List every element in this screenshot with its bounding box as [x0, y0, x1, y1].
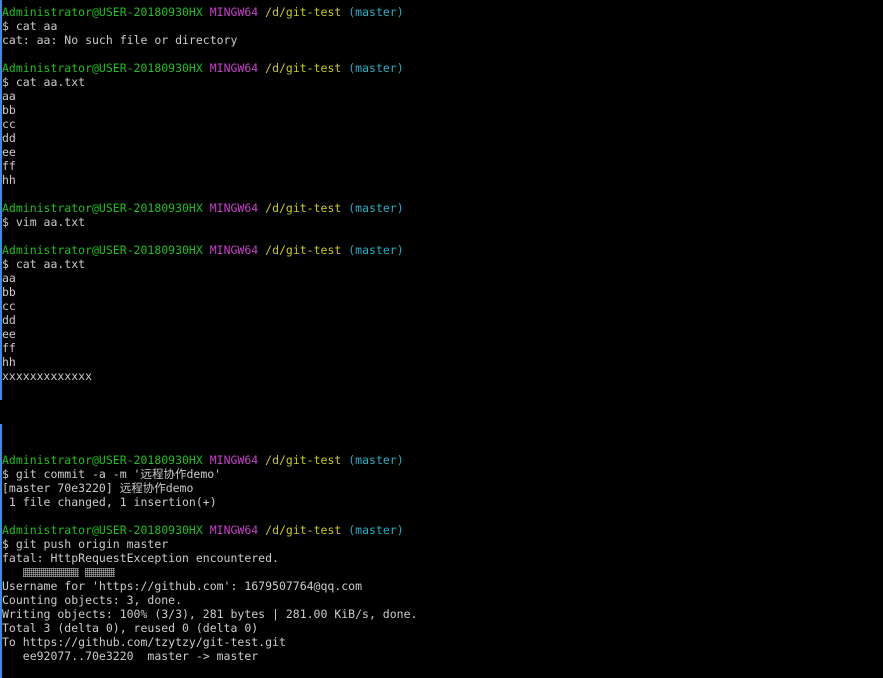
- selection-bar: [0, 424, 2, 678]
- output-line: bb: [2, 103, 16, 117]
- command-line: $ cat aa.txt: [2, 257, 86, 271]
- prompt-user: Administrator@USER-20180930HX: [2, 201, 203, 215]
- output-line: ff: [2, 341, 16, 355]
- prompt-shell: MINGW64: [209, 61, 259, 75]
- output-line: Counting objects: 3, done.: [2, 593, 183, 607]
- prompt-user: Administrator@USER-20180930HX: [2, 5, 203, 19]
- garbled-glyph-block: [84, 568, 115, 577]
- garbled-glyph-block: [22, 568, 79, 577]
- prompt-path: /d/git-test: [265, 523, 342, 537]
- prompt-path: /d/git-test: [265, 243, 342, 257]
- output-line: ee92077..70e3220 master -> master: [2, 649, 259, 663]
- output-line: To https://github.com/tzytzy/git-test.gi…: [2, 635, 286, 649]
- output-line: cat: aa: No such file or directory: [2, 33, 238, 47]
- prompt-path: /d/git-test: [265, 5, 342, 19]
- prompt-path: /d/git-test: [265, 453, 342, 467]
- command-line: $ cat aa.txt: [2, 75, 86, 89]
- output-line: fatal: HttpRequestException encountered.: [2, 551, 279, 565]
- command-line: $ git commit -a -m '远程协作demo': [2, 467, 222, 481]
- prompt-branch: (master): [348, 453, 404, 467]
- prompt-shell: MINGW64: [209, 523, 259, 537]
- prompt-line: Administrator@USER-20180930HX MINGW64 /d…: [0, 243, 883, 257]
- prompt-shell: MINGW64: [209, 453, 259, 467]
- prompt-branch: (master): [348, 5, 404, 19]
- command-line: $ vim aa.txt: [2, 215, 86, 229]
- command-line: $ cat aa: [2, 19, 58, 33]
- output-line: ee: [2, 327, 16, 341]
- output-line: ee: [2, 145, 16, 159]
- output-line: xxxxxxxxxxxxx: [2, 369, 93, 383]
- output-line: cc: [2, 299, 16, 313]
- prompt-branch: (master): [348, 61, 404, 75]
- prompt-path: /d/git-test: [265, 61, 342, 75]
- output-line: hh: [2, 355, 16, 369]
- prompt-line: Administrator@USER-20180930HX MINGW64 /d…: [0, 5, 883, 19]
- prompt-path: /d/git-test: [265, 201, 342, 215]
- output-line: cc: [2, 117, 16, 131]
- output-line: aa: [2, 89, 16, 103]
- prompt-line: Administrator@USER-20180930HX MINGW64 /d…: [0, 523, 883, 537]
- output-line: Username for 'https://github.com': 16795…: [2, 579, 363, 593]
- prompt-branch: (master): [348, 523, 404, 537]
- output-line: ff: [2, 159, 16, 173]
- output-line: dd: [2, 313, 16, 327]
- output-line: hh: [2, 173, 16, 187]
- prompt-user: Administrator@USER-20180930HX: [2, 453, 203, 467]
- output-line: Total 3 (delta 0), reused 0 (delta 0): [2, 621, 259, 635]
- output-line: dd: [2, 131, 16, 145]
- output-line: Writing objects: 100% (3/3), 281 bytes |…: [2, 607, 418, 621]
- prompt-line: Administrator@USER-20180930HX MINGW64 /d…: [0, 61, 883, 75]
- output-line: 1 file changed, 1 insertion(+): [2, 495, 217, 509]
- prompt-line: Administrator@USER-20180930HX MINGW64 /d…: [0, 201, 883, 215]
- prompt-user: Administrator@USER-20180930HX: [2, 61, 203, 75]
- prompt-user: Administrator@USER-20180930HX: [2, 523, 203, 537]
- prompt-line: Administrator@USER-20180930HX MINGW64 /d…: [0, 453, 883, 467]
- prompt-shell: MINGW64: [209, 201, 259, 215]
- output-line: bb: [2, 285, 16, 299]
- terminal-window[interactable]: Administrator@USER-20180930HX MINGW64 /d…: [0, 0, 883, 678]
- prompt-shell: MINGW64: [209, 243, 259, 257]
- prompt-branch: (master): [348, 201, 404, 215]
- prompt-branch: (master): [348, 243, 404, 257]
- selection-bar: [0, 0, 2, 400]
- prompt-shell: MINGW64: [209, 5, 259, 19]
- garbled-glyphs: [0, 565, 883, 579]
- output-line: [master 70e3220] 远程协作demo: [2, 481, 194, 495]
- output-line: aa: [2, 271, 16, 285]
- prompt-user: Administrator@USER-20180930HX: [2, 243, 203, 257]
- command-line: $ git push origin master: [2, 537, 169, 551]
